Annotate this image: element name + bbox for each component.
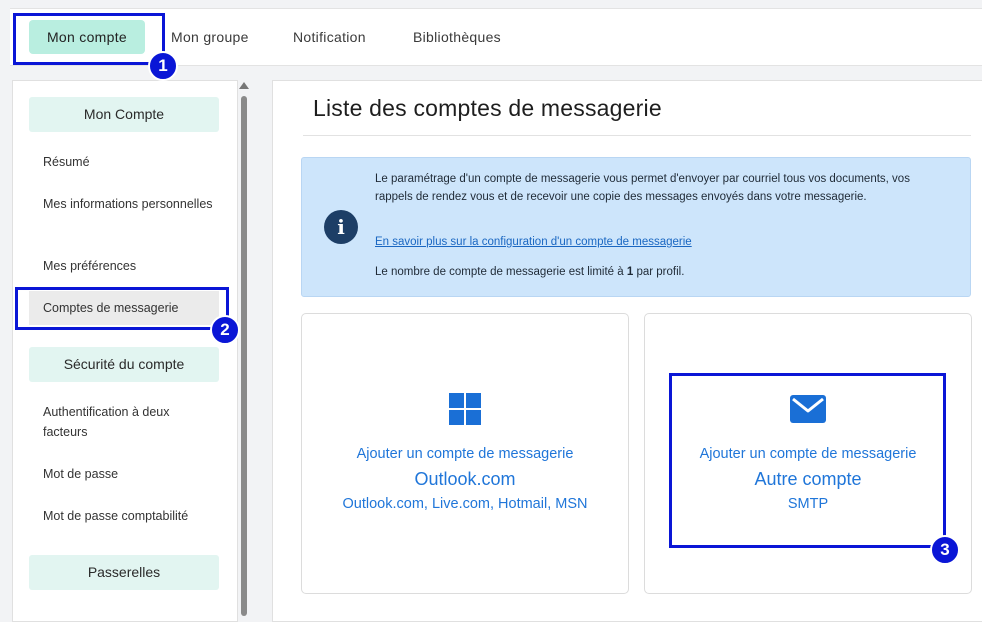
tab-mon-groupe[interactable]: Mon groupe [155, 20, 265, 54]
learn-more-link[interactable]: En savoir plus sur la configuration d'un… [375, 236, 692, 248]
card-action-label: Ajouter un compte de messagerie [356, 446, 574, 462]
section-header-mon-compte[interactable]: Mon Compte [29, 97, 219, 132]
annotation-badge-2: 2 [210, 315, 240, 345]
info-box: i Le paramétrage d'un compte de messager… [301, 157, 971, 297]
card-provider-name: Outlook.com [414, 469, 516, 489]
scroll-up-arrow-icon[interactable] [239, 82, 249, 89]
card-provider-details: Outlook.com, Live.com, Hotmail, MSN [342, 496, 588, 512]
highlight-box-1 [13, 13, 165, 65]
limit-suffix: par profil. [633, 266, 685, 278]
section-header-passerelles[interactable]: Passerelles [29, 555, 219, 590]
annotation-badge-1: 1 [148, 51, 178, 81]
info-text: Le paramétrage d'un compte de messagerie… [375, 173, 910, 203]
tab-bibliotheques[interactable]: Bibliothèques [397, 20, 517, 54]
highlight-box-2 [15, 287, 229, 330]
title-divider [303, 135, 971, 136]
sidebar-item-mot-de-passe-comptabilite[interactable]: Mot de passe comptabilité [43, 506, 213, 526]
sidebar-item-mot-de-passe[interactable]: Mot de passe [43, 464, 213, 484]
tab-notification[interactable]: Notification [277, 20, 382, 54]
windows-icon [302, 392, 628, 426]
sidebar-item-preferences[interactable]: Mes préférences [43, 256, 213, 276]
highlight-box-3 [669, 373, 946, 548]
sidebar-scrollbar[interactable] [239, 82, 249, 616]
section-header-securite[interactable]: Sécurité du compte [29, 347, 219, 382]
sidebar-item-informations-personnelles[interactable]: Mes informations personnelles [43, 194, 213, 214]
info-icon: i [324, 210, 358, 244]
sidebar-item-authentification[interactable]: Authentification à deux facteurs [43, 402, 213, 442]
sidebar: Mon Compte Résumé Mes informations perso… [12, 80, 238, 622]
annotation-badge-3: 3 [930, 535, 960, 565]
scrollbar-thumb[interactable] [241, 96, 247, 616]
account-limit-text: Le nombre de compte de messagerie est li… [375, 266, 684, 278]
sidebar-item-resume[interactable]: Résumé [43, 152, 213, 172]
add-outlook-account-card[interactable]: Ajouter un compte de messagerie Outlook.… [301, 313, 629, 594]
page-title: Liste des comptes de messagerie [313, 95, 662, 121]
limit-prefix: Le nombre de compte de messagerie est li… [375, 266, 627, 278]
